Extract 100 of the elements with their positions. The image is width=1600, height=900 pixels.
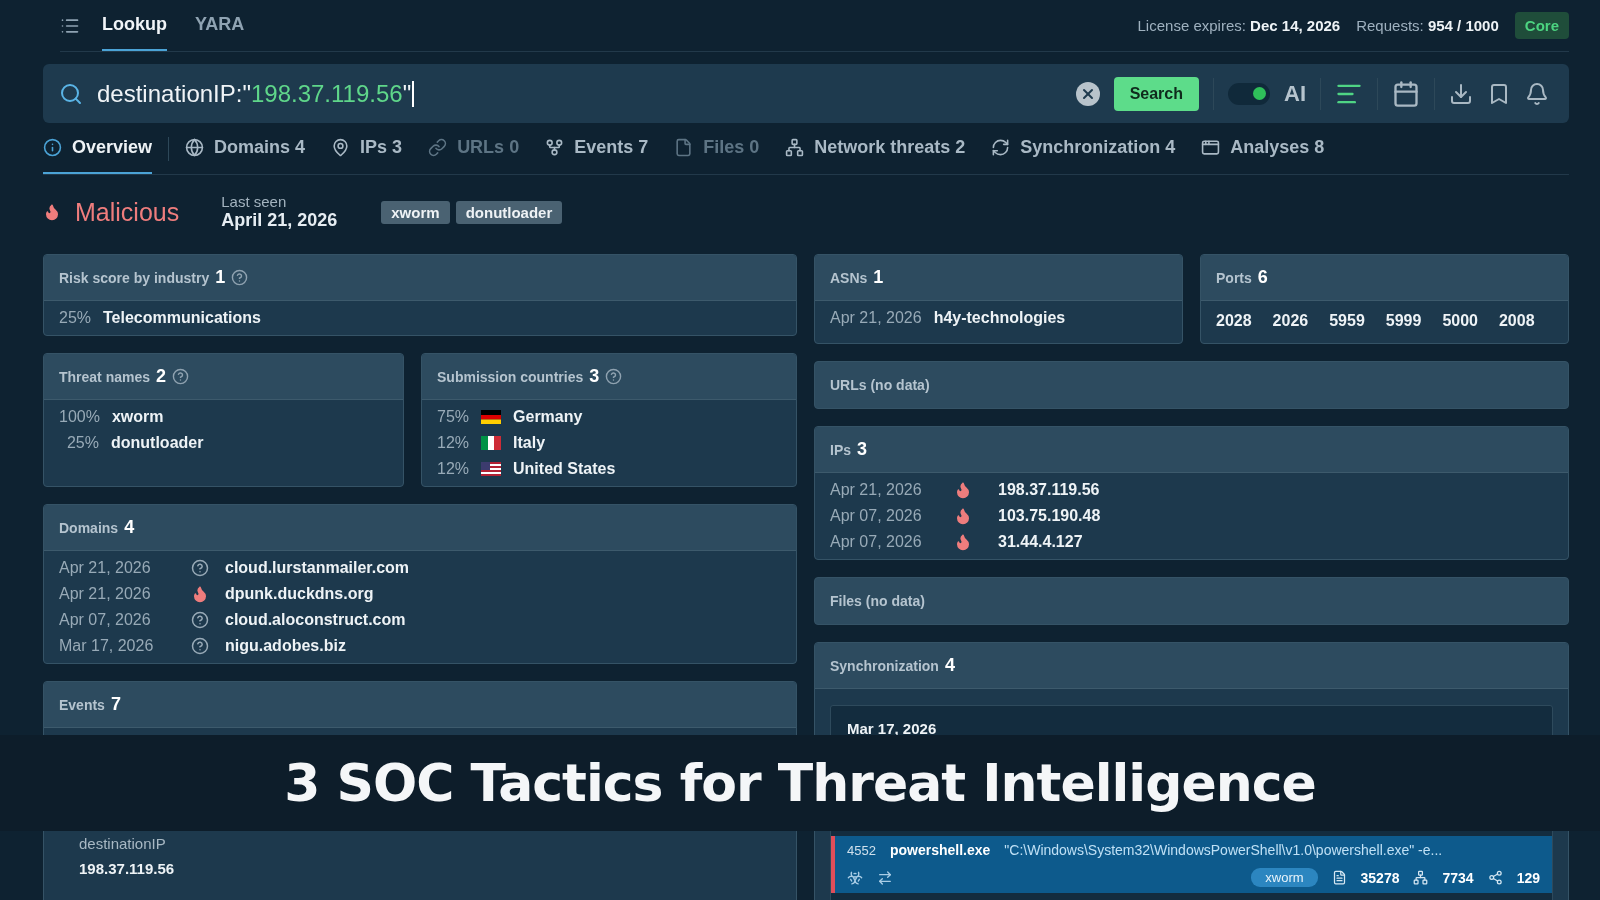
country-name: United States	[513, 460, 616, 478]
domain-link[interactable]: nigu.adobes.biz	[225, 637, 346, 655]
file-icon	[1331, 870, 1347, 885]
panel-title: Risk score by industry	[59, 269, 210, 286]
flag-icon	[481, 410, 502, 424]
ai-toggle[interactable]	[1228, 82, 1270, 105]
search-button[interactable]: Search	[1113, 76, 1199, 111]
port-number[interactable]: 5959	[1329, 312, 1365, 330]
file-count: 35278	[1360, 869, 1400, 886]
panel-count: 1	[873, 267, 884, 288]
share-text: 25%	[59, 309, 92, 327]
panel-title: Submission countries	[437, 368, 584, 385]
help-icon[interactable]	[172, 368, 190, 385]
date-text: Apr 21, 2026	[830, 309, 922, 327]
panel-title: URLs (no data)	[830, 377, 930, 393]
help-icon[interactable]	[605, 368, 623, 385]
requests-info: Requests: 954 / 1000	[1356, 17, 1499, 34]
threat-name[interactable]: donutloader	[111, 434, 204, 452]
flag-icon	[481, 436, 502, 450]
panel-count: 7	[110, 694, 121, 715]
port-number[interactable]: 5000	[1442, 312, 1478, 330]
date-text: Apr 21, 2026	[830, 481, 923, 499]
domain-link[interactable]: cloud.lurstanmailer.com	[225, 559, 410, 577]
threat-name[interactable]: xworm	[111, 408, 164, 426]
section-tab[interactable]: Domains 4	[185, 123, 306, 174]
panel-title: Domains	[59, 519, 119, 536]
refresh-icon	[991, 138, 1011, 157]
arrows-icon	[877, 869, 893, 886]
panel-count: 4	[944, 655, 955, 676]
biohazard-icon	[847, 869, 863, 886]
clear-button[interactable]	[1075, 81, 1100, 106]
threat-tag[interactable]: donutloader	[455, 200, 563, 224]
download-icon[interactable]	[1449, 81, 1473, 106]
threat-tag[interactable]: xworm	[381, 200, 450, 224]
share-text: 12%	[437, 460, 470, 478]
date-text: Apr 07, 2026	[830, 533, 923, 551]
country-name: Italy	[513, 434, 546, 452]
panel-count: 2	[156, 366, 167, 387]
panel-title: Synchronization	[830, 657, 939, 674]
date-text: Apr 21, 2026	[59, 585, 152, 603]
panel-count: 1	[215, 267, 226, 288]
bell-icon[interactable]	[1525, 81, 1549, 106]
command-line: "C:\Windows\System32\WindowsPowerShell\v1.0\powershell.exe" -e...	[1004, 842, 1443, 858]
connection-count: 129	[1516, 869, 1540, 886]
date-text: Apr 21, 2026	[59, 559, 152, 577]
calendar-icon[interactable]	[1392, 79, 1420, 108]
search-field[interactable]: destinationIP:"198.37.119.56"	[97, 79, 1062, 108]
share-text: 25%	[65, 434, 99, 452]
process-id: 4552	[847, 842, 876, 858]
section-tab[interactable]: Synchronization 4	[991, 123, 1176, 174]
link-icon	[428, 138, 448, 157]
network-icon	[1413, 870, 1429, 885]
help-icon[interactable]	[231, 269, 249, 286]
last-seen-label: Last seen	[221, 193, 288, 210]
field-value: 198.37.119.56	[79, 860, 176, 877]
panel-title: Ports	[1216, 269, 1252, 286]
ip-link[interactable]: 31.44.4.127	[998, 533, 1083, 551]
share-text: 75%	[437, 408, 470, 426]
ip-link[interactable]: 103.75.190.48	[998, 507, 1101, 525]
panel-title: IPs	[830, 441, 851, 458]
section-tab[interactable]: Analyses 8	[1201, 123, 1325, 174]
license-info: License expires: Dec 14, 2026	[1137, 17, 1341, 34]
file-icon	[674, 138, 694, 157]
process-name: powershell.exe	[889, 842, 991, 858]
field-label: destinationIP	[79, 835, 167, 852]
nav-tab[interactable]: Lookup	[102, 0, 167, 51]
banner-title: 3 SOC Tactics for Threat Intelligence	[284, 753, 1316, 813]
port-number[interactable]: 2008	[1498, 312, 1535, 330]
port-number[interactable]: 2026	[1272, 312, 1309, 330]
panel-count: 3	[589, 366, 600, 387]
domain-link[interactable]: dpunk.duckdns.org	[225, 585, 374, 603]
section-tab[interactable]: Events 7	[545, 123, 649, 174]
threat-tag[interactable]: xworm	[1251, 868, 1318, 887]
module-count: 7734	[1442, 869, 1474, 886]
domain-link[interactable]: cloud.aloconstruct.com	[225, 611, 406, 629]
share-text: 12%	[437, 434, 470, 452]
panel-title: Files (no data)	[830, 593, 925, 609]
country-name: Germany	[513, 408, 583, 426]
port-number[interactable]: 5999	[1385, 312, 1422, 330]
port-number[interactable]: 2028	[1216, 312, 1252, 330]
search-icon	[59, 81, 83, 106]
date-text: Apr 07, 2026	[830, 507, 923, 525]
panel-title: Events	[59, 696, 105, 713]
window-icon	[1201, 138, 1221, 157]
ai-label: AI	[1284, 80, 1306, 107]
flame-icon	[43, 203, 61, 221]
ip-link[interactable]: 198.37.119.56	[998, 481, 1100, 499]
panel-title: ASNs	[830, 269, 868, 286]
fork-icon	[545, 138, 565, 157]
section-tab[interactable]: Network threats 2	[785, 123, 966, 174]
sync-date: Mar 17, 2026	[846, 719, 938, 737]
process-row[interactable]: 4552 powershell.exe "C:\Windows\System32\WindowsPowerShell\v1.0\powershell.exe" -e... xworm 35278 7734 129	[831, 836, 1552, 893]
date-text: Apr 07, 2026	[59, 611, 152, 629]
asn-name[interactable]: h4y-technologies	[933, 309, 1066, 327]
nav-tab[interactable]: YARA	[195, 0, 245, 51]
share-text: 100%	[59, 408, 100, 426]
industry-name: Telecommunications	[103, 309, 261, 327]
section-tab[interactable]: Overview	[43, 123, 153, 174]
share-icon	[1487, 870, 1503, 885]
section-tab[interactable]: IPs 3	[331, 123, 403, 174]
